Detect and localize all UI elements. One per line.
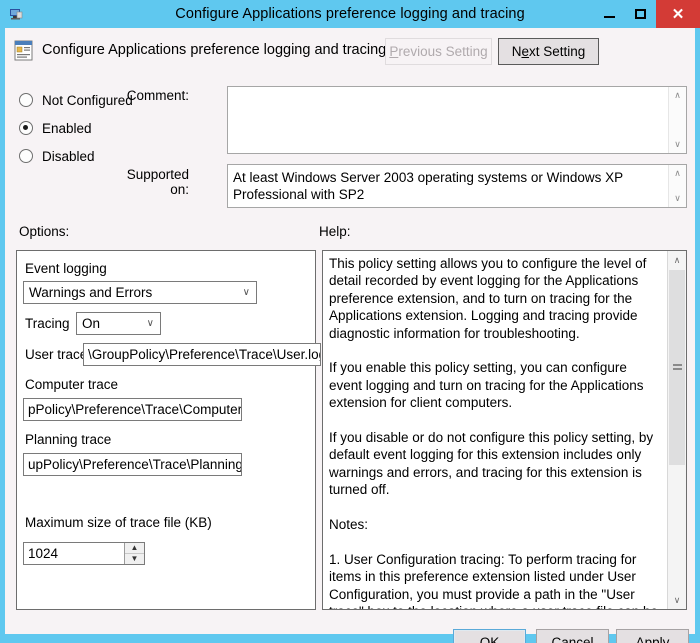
grip-icon <box>673 364 682 371</box>
policy-setting-dialog: Configure Applications preference loggin… <box>0 0 700 643</box>
max-trace-size-label: Maximum size of trace file (KB) <box>25 515 212 530</box>
setting-title: Configure Applications preference loggin… <box>42 42 386 58</box>
radio-enabled-indicator <box>19 121 33 135</box>
computer-trace-input[interactable]: pPolicy\Preference\Trace\Computer.log <box>23 398 242 421</box>
chevron-down-icon[interactable]: ∨ <box>669 136 686 153</box>
comment-input[interactable]: ∧ ∨ <box>227 86 687 154</box>
max-trace-size-stepper[interactable]: 1024 ▲ ▼ <box>23 542 145 565</box>
comment-label: Comment: <box>105 88 189 103</box>
help-caption: Help: <box>319 224 351 239</box>
event-logging-value: Warnings and Errors <box>29 282 152 303</box>
max-trace-size-value: 1024 <box>28 543 58 564</box>
supported-on-label: Supported on: <box>105 167 189 197</box>
stepper-down-icon[interactable]: ▼ <box>125 554 144 564</box>
tracing-dropdown[interactable]: On ∨ <box>76 312 161 335</box>
computer-icon <box>8 6 24 22</box>
apply-label: pply <box>645 635 670 643</box>
radio-disabled-indicator <box>19 149 33 163</box>
next-setting-label: xt Setting <box>529 44 585 59</box>
supported-on-field: At least Windows Server 2003 operating s… <box>227 164 687 208</box>
help-scrollbar[interactable]: ∧ ∨ <box>667 251 686 609</box>
next-setting-mnemonic: e <box>521 44 529 59</box>
supported-on-value: At least Windows Server 2003 operating s… <box>233 169 666 203</box>
setting-header: Configure Applications preference loggin… <box>5 28 695 76</box>
help-text: This policy setting allows you to config… <box>329 255 659 610</box>
chevron-up-icon[interactable]: ∧ <box>668 251 686 269</box>
previous-setting-label: revious Setting <box>398 44 487 59</box>
stepper-buttons[interactable]: ▲ ▼ <box>124 543 144 564</box>
user-trace-label: User trace <box>25 347 87 362</box>
chevron-up-icon[interactable]: ∧ <box>669 87 686 104</box>
tracing-label: Tracing <box>25 316 70 331</box>
chevron-up-icon[interactable]: ∧ <box>669 165 686 182</box>
planning-trace-label: Planning trace <box>25 432 111 447</box>
stepper-up-icon[interactable]: ▲ <box>125 543 144 554</box>
chevron-down-icon: ∨ <box>243 282 250 303</box>
radio-disabled[interactable]: Disabled <box>19 142 219 170</box>
chevron-down-icon: ∨ <box>147 313 154 334</box>
apply-mnemonic: A <box>636 635 645 643</box>
ok-button[interactable]: OK <box>453 629 526 643</box>
maximize-icon <box>635 9 646 19</box>
window-controls: ✕ <box>594 0 700 28</box>
options-caption: Options: <box>19 224 69 239</box>
tracing-value: On <box>82 313 100 334</box>
options-panel: Event logging Warnings and Errors ∨ Trac… <box>16 250 316 610</box>
help-panel: This policy setting allows you to config… <box>322 250 687 610</box>
radio-disabled-label: Disabled <box>42 149 95 164</box>
chevron-down-icon[interactable]: ∨ <box>668 591 686 609</box>
event-logging-label: Event logging <box>25 261 107 276</box>
cancel-button[interactable]: Cancel <box>536 629 609 643</box>
apply-button[interactable]: Apply <box>616 629 689 643</box>
comment-scrollbar[interactable]: ∧ ∨ <box>668 87 686 153</box>
minimize-button[interactable] <box>594 0 625 28</box>
user-trace-input[interactable]: \GroupPolicy\Preference\Trace\User.log <box>83 343 321 366</box>
radio-enabled[interactable]: Enabled <box>19 114 219 142</box>
radio-not-configured-indicator <box>19 93 33 107</box>
title-bar: Configure Applications preference loggin… <box>0 0 700 28</box>
chevron-down-icon[interactable]: ∨ <box>669 190 686 207</box>
next-setting-button[interactable]: Next Setting <box>498 38 599 65</box>
radio-enabled-label: Enabled <box>42 121 92 136</box>
computer-trace-label: Computer trace <box>25 377 118 392</box>
previous-setting-label-prefix: P <box>389 44 398 59</box>
next-setting-label-prefix: N <box>512 44 522 59</box>
dialog-client-area: Configure Applications preference loggin… <box>5 28 695 634</box>
planning-trace-input[interactable]: upPolicy\Preference\Trace\Planning.log <box>23 453 242 476</box>
event-logging-dropdown[interactable]: Warnings and Errors ∨ <box>23 281 257 304</box>
minimize-icon <box>604 16 615 18</box>
supported-on-scrollbar[interactable]: ∧ ∨ <box>668 165 686 207</box>
close-button[interactable]: ✕ <box>656 0 700 28</box>
previous-setting-button[interactable]: Previous Setting <box>385 38 492 65</box>
maximize-button[interactable] <box>625 0 656 28</box>
policy-setting-icon <box>14 40 34 61</box>
scrollbar-thumb[interactable] <box>669 270 685 465</box>
close-icon: ✕ <box>672 7 685 22</box>
